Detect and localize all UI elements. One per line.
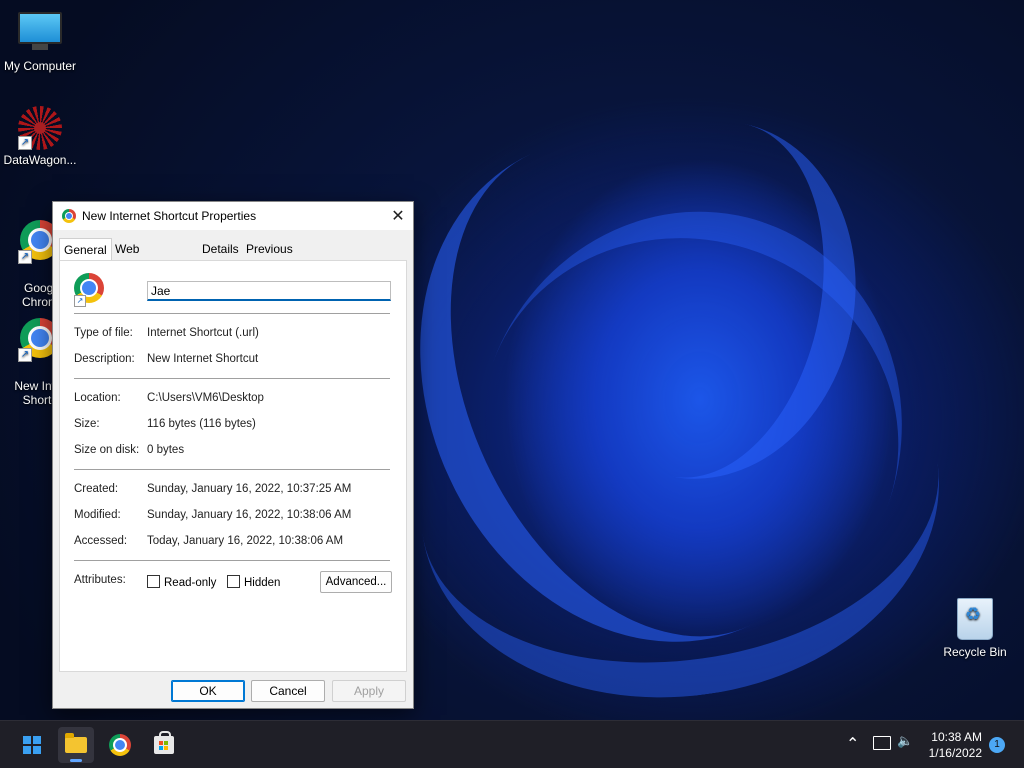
close-button[interactable]: ✕ [383,202,413,230]
datawagon-icon: ↗ [18,106,62,150]
dialog-title: New Internet Shortcut Properties [82,209,257,223]
created-value: Sunday, January 16, 2022, 10:37:25 AM [147,483,352,495]
apply-button[interactable]: Apply [332,680,406,702]
size-value: 116 bytes (116 bytes) [147,418,256,430]
description-label: Description: [74,353,135,365]
dialog-titlebar[interactable]: New Internet Shortcut Properties ✕ [53,202,413,230]
computer-icon [18,12,62,56]
description-value: New Internet Shortcut [147,353,259,365]
desktop-icon-label: My Computer [3,59,77,73]
advanced-button[interactable]: Advanced... [320,571,392,593]
tab-details[interactable]: Details [198,240,243,260]
type-value: Internet Shortcut (.url) [147,327,259,339]
read-only-checkbox[interactable]: Read-only [147,575,216,589]
chrome-icon [62,209,76,223]
checkbox-box[interactable] [227,575,240,588]
general-panel: ↗ Type of file: Internet Shortcut (.url)… [59,260,407,672]
size-on-disk-value: 0 bytes [147,444,185,456]
created-label: Created: [74,483,119,495]
windows-icon [23,736,41,754]
desktop-icon-datawagon[interactable]: ↗ DataWagon... [0,106,80,167]
desktop-icon-label: Recycle Bin [943,645,1007,659]
read-only-label: Read-only [164,577,217,589]
chevron-up-icon[interactable]: ⌃ [846,734,859,753]
store-taskbar-button[interactable] [146,727,182,763]
active-indicator [70,759,82,762]
tab-web-document[interactable]: Web Document [111,240,174,275]
divider [74,560,390,561]
tab-general[interactable]: General [59,238,112,261]
location-value: C:\Users\VM6\Desktop [147,392,264,404]
taskbar: ⌃ 🔈 10:38 AM 1/16/2022 1 [0,720,1024,768]
desktop-icon-my-computer[interactable]: My Computer [0,8,80,73]
clock-date: 1/16/2022 [928,746,982,760]
properties-dialog: New Internet Shortcut Properties ✕ Gener… [52,201,414,709]
accessed-value: Today, January 16, 2022, 10:38:06 AM [147,535,344,547]
modified-label: Modified: [74,509,121,521]
folder-icon [65,733,87,753]
recycle-bin-icon [953,598,997,642]
clock-time: 10:38 AM [931,730,982,744]
clock[interactable]: 10:38 AM 1/16/2022 [929,729,982,761]
divider [74,469,390,470]
modified-value: Sunday, January 16, 2022, 10:38:06 AM [147,509,352,521]
chrome-icon [109,734,131,756]
start-button[interactable] [14,727,50,763]
cancel-button[interactable]: Cancel [251,680,325,702]
volume-icon[interactable]: 🔈 [897,734,913,749]
hidden-checkbox[interactable]: Hidden [227,575,280,589]
size-label: Size: [74,418,100,430]
type-label: Type of file: [74,327,133,339]
checkbox-box[interactable] [147,575,160,588]
attributes-label: Attributes: [74,574,126,586]
hidden-label: Hidden [244,577,281,589]
location-label: Location: [74,392,121,404]
store-icon [154,731,174,754]
desktop-icon-label: DataWagon... [3,153,77,167]
divider [74,313,390,314]
chrome-icon: ↗ [74,273,106,307]
divider [74,378,390,379]
ok-button[interactable]: OK [171,680,245,702]
desktop-icon-recycle-bin[interactable]: Recycle Bin [935,598,1015,659]
tab-previous-versions[interactable]: Previous Versions [242,240,297,275]
size-on-disk-label: Size on disk: [74,444,140,456]
name-field[interactable] [147,281,391,301]
accessed-label: Accessed: [74,535,128,547]
network-icon[interactable] [873,736,891,750]
notification-badge[interactable]: 1 [989,737,1005,753]
file-explorer-button[interactable] [58,727,94,763]
chrome-taskbar-button[interactable] [102,727,138,763]
